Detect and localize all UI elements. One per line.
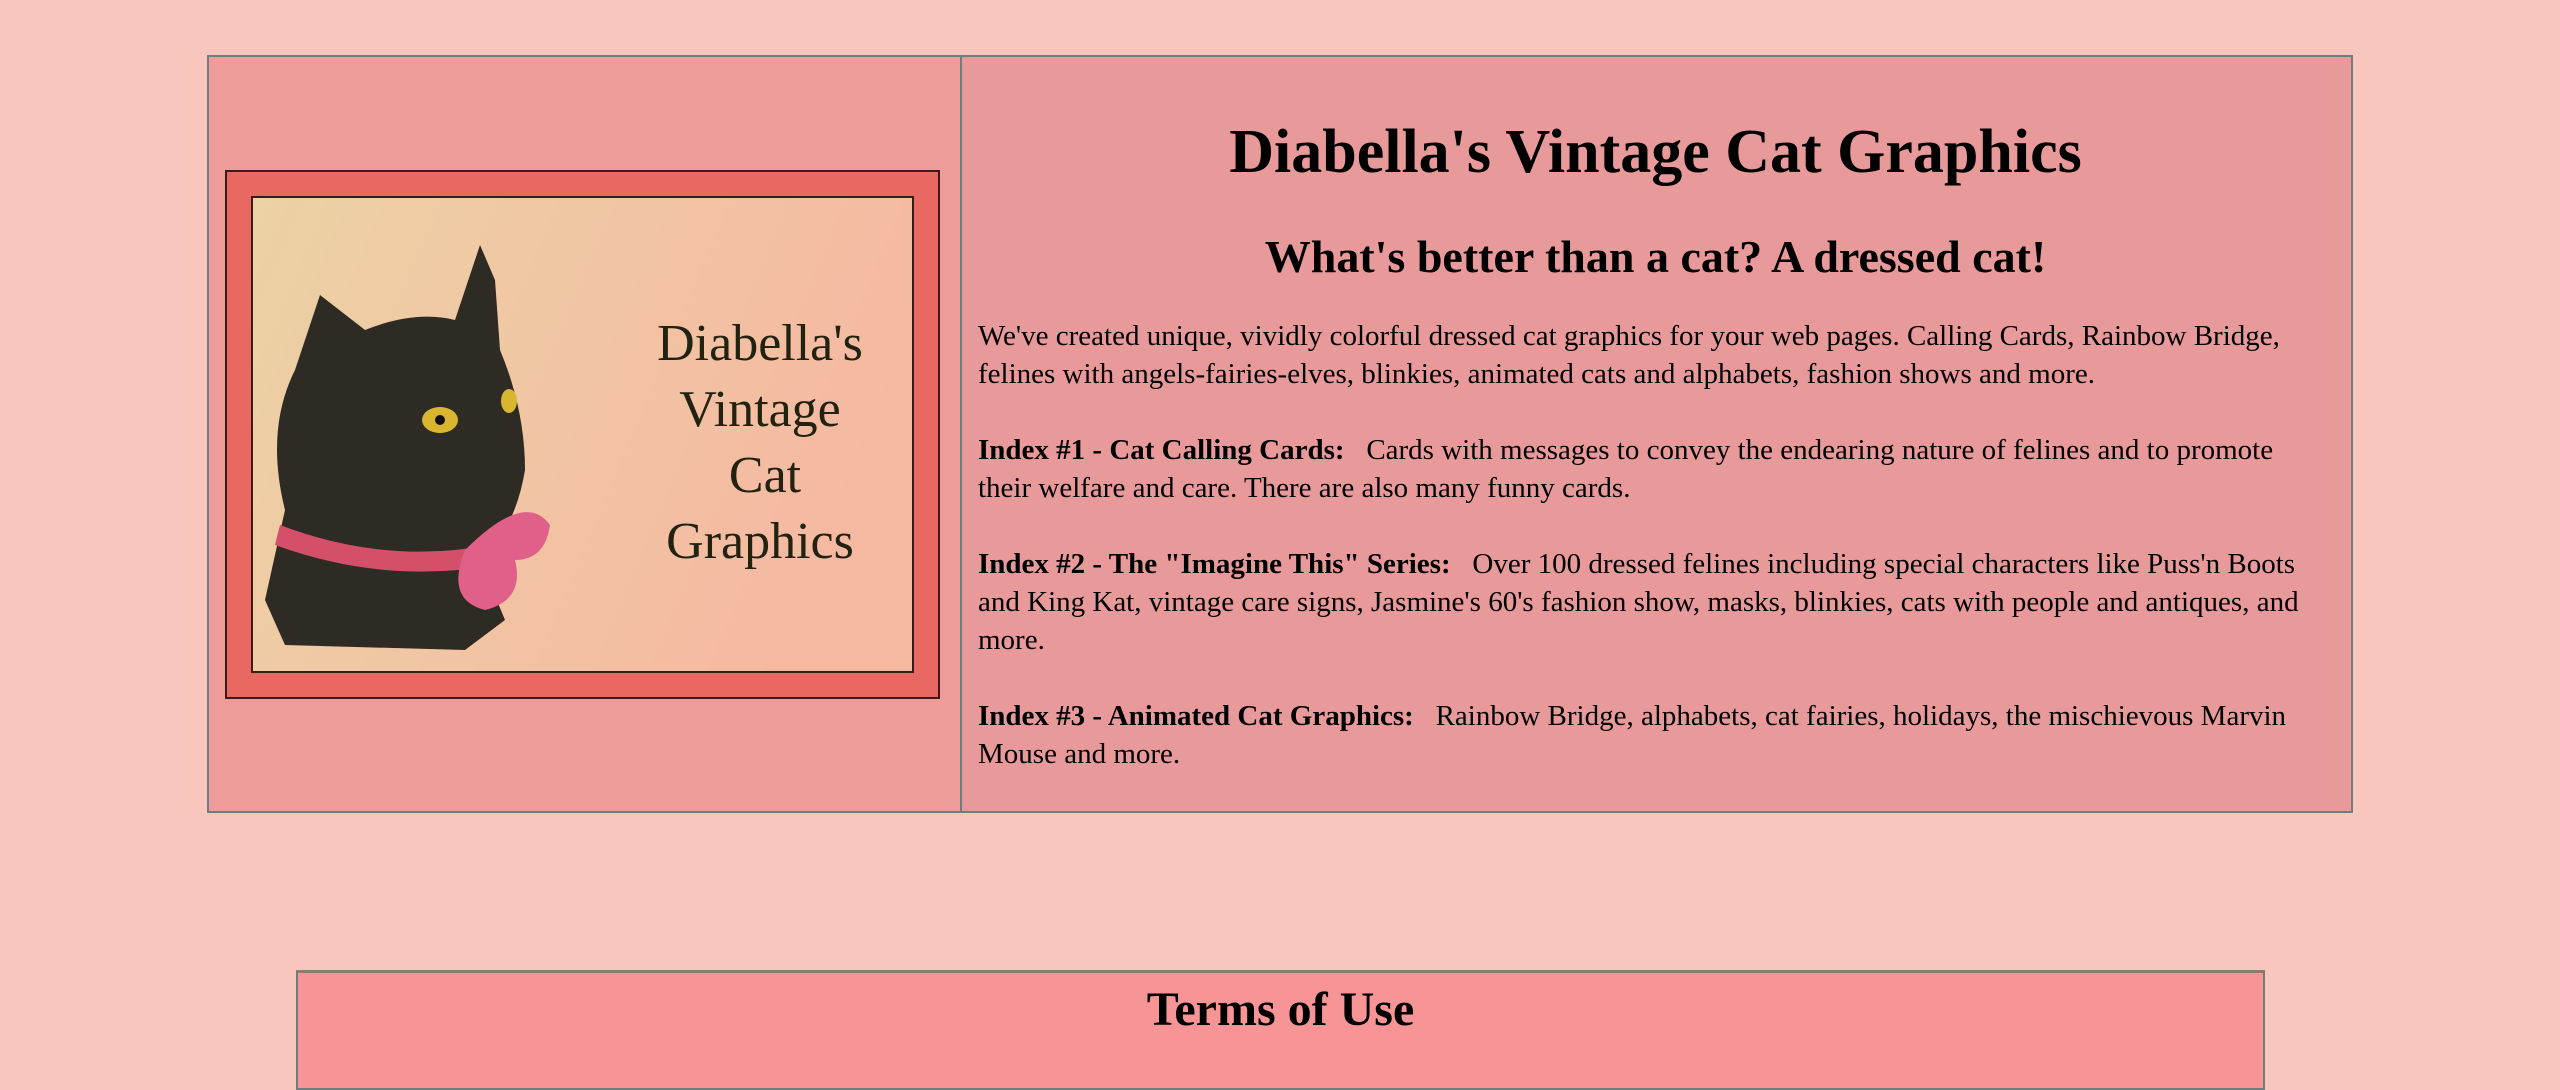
svg-text:Cat: Cat (729, 447, 802, 504)
svg-text:Graphics: Graphics (666, 513, 854, 570)
page-subtitle: What's better than a cat? A dressed cat! (1264, 231, 2047, 283)
intro-cell: Diabella's Vintage Cat Graphics What's b… (962, 57, 2351, 811)
logo-image[interactable]: Diabella's Vintage Cat Graphics (225, 170, 940, 699)
terms-box: Terms of Use (296, 970, 2265, 1090)
svg-text:Vintage: Vintage (679, 381, 840, 438)
intro-text: We've created unique, vividly colorful d… (978, 319, 2280, 390)
index-1: Index #1 - Cat Calling Cards: Cards with… (978, 431, 2333, 507)
terms-title: Terms of Use (1146, 983, 1415, 1036)
index-3: Index #3 - Animated Cat Graphics: Rainbo… (978, 697, 2333, 773)
logo-cell: Diabella's Vintage Cat Graphics (209, 57, 962, 811)
index-2: Index #2 - The "Imagine This" Series: Ov… (978, 545, 2333, 659)
svg-text:Diabella's: Diabella's (657, 315, 863, 372)
index-2-link[interactable]: Index #2 - The "Imagine This" Series: (978, 548, 1451, 580)
index-3-link[interactable]: Index #3 - Animated Cat Graphics: (978, 700, 1414, 732)
page-title: Diabella's Vintage Cat Graphics (1229, 118, 2082, 186)
index-1-link[interactable]: Index #1 - Cat Calling Cards: (978, 434, 1345, 466)
header-table: Diabella's Vintage Cat Graphics Diabella… (207, 55, 2353, 813)
